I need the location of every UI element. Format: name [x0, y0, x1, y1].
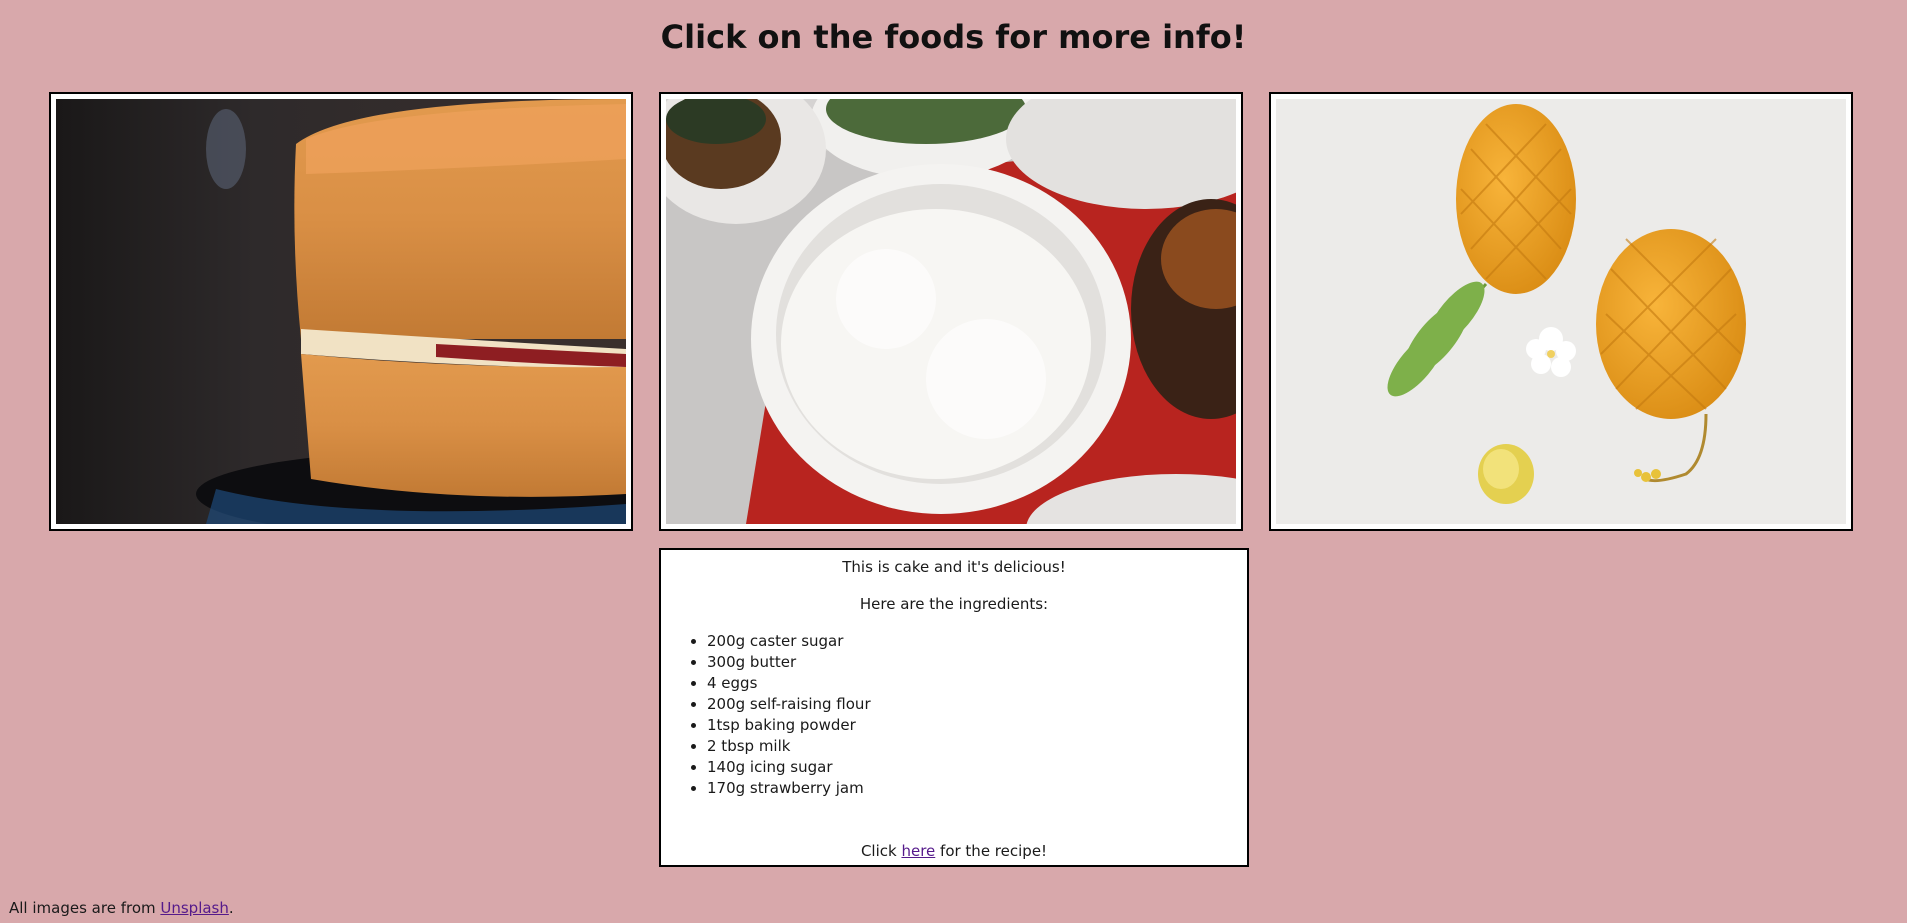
cake-image	[56, 99, 626, 524]
credit-suffix: .	[228, 899, 234, 917]
unsplash-link[interactable]: Unsplash	[160, 899, 229, 917]
cake-card[interactable]	[49, 92, 633, 531]
ingredients-heading: Here are the ingredients:	[859, 595, 1049, 613]
page-title: Click on the foods for more info!	[660, 18, 1247, 56]
recipe-line: Click here for the recipe!	[661, 842, 1247, 860]
food-info-panel: This is cake and it's delicious! Here ar…	[659, 548, 1249, 867]
recipe-suffix: for the recipe!	[935, 842, 1048, 860]
ingredient-item: 200g self-raising flour	[707, 694, 1227, 715]
rice-card[interactable]	[659, 92, 1243, 531]
ingredient-item: 170g strawberry jam	[707, 778, 1227, 799]
ingredients-list: 200g caster sugar 300g butter 4 eggs 200…	[681, 631, 1227, 799]
recipe-link[interactable]: here	[901, 842, 935, 860]
ingredient-item: 2 tbsp milk	[707, 736, 1227, 757]
image-credit: All images are from Unsplash.	[9, 899, 234, 917]
ingredient-item: 140g icing sugar	[707, 757, 1227, 778]
credit-prefix: All images are from	[9, 899, 161, 917]
recipe-prefix: Click	[860, 842, 902, 860]
mango-image	[1276, 99, 1846, 524]
ingredient-item: 200g caster sugar	[707, 631, 1227, 652]
mango-card[interactable]	[1269, 92, 1853, 531]
ingredient-item: 1tsp baking powder	[707, 715, 1227, 736]
ingredient-item: 4 eggs	[707, 673, 1227, 694]
rice-image	[666, 99, 1236, 524]
ingredient-item: 300g butter	[707, 652, 1227, 673]
info-description: This is cake and it's delicious!	[842, 558, 1066, 576]
